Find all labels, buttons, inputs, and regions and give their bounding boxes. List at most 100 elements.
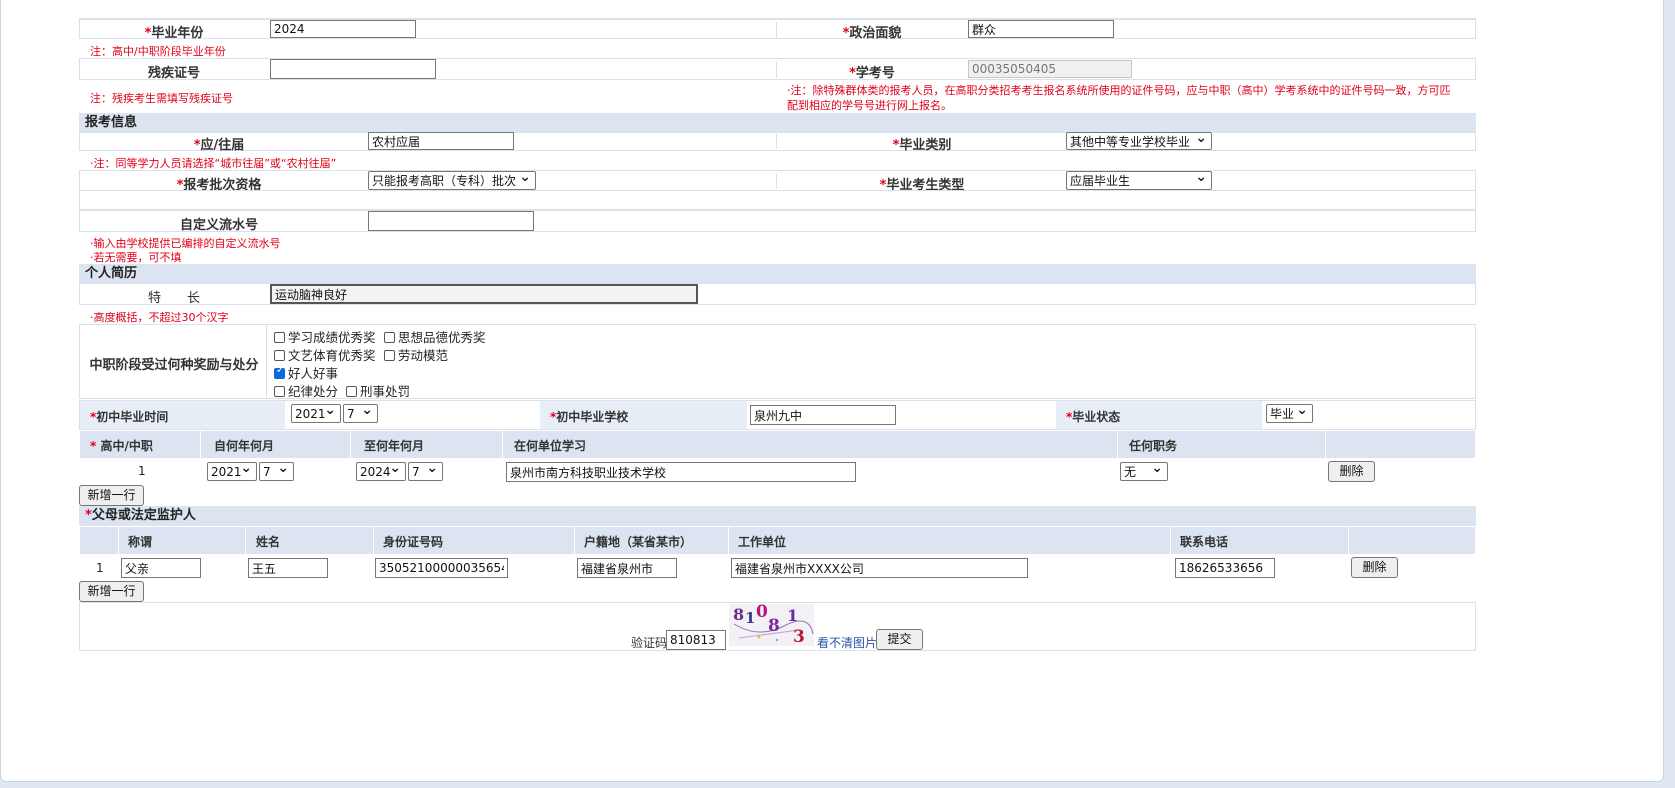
- senior-delete-button[interactable]: 删除: [1328, 461, 1375, 482]
- fresh-label: *应/往届: [193, 138, 245, 153]
- captcha-noise: 8 1 0 8 1 3: [733, 604, 814, 646]
- exam-section-title: 报考信息: [79, 113, 1476, 133]
- divider: [1117, 431, 1118, 458]
- speciality-note: ·高度概括，不超过30个汉字: [90, 311, 229, 324]
- guardian-id-input[interactable]: [375, 558, 508, 578]
- disability-input[interactable]: [270, 59, 436, 79]
- svg-text:0: 0: [756, 604, 768, 622]
- checkbox[interactable]: [346, 386, 357, 397]
- disability-label: 残疾证号: [147, 66, 200, 81]
- checkbox[interactable]: [384, 350, 395, 361]
- student-no-note-1: ·注：除特殊群体类的报考人员，在高职分类招考考生报名系统所使用的证件号码，应与中…: [787, 84, 1451, 97]
- registration-form: *毕业年份 *政治面貌 注：高中/中职阶段毕业年份 残疾证号 *学考号 注：残疾…: [79, 0, 1581, 700]
- student-no-note-2: 配到相应的学号号进行网上报名。: [787, 99, 952, 112]
- fresh-input[interactable]: [368, 132, 514, 150]
- award-option[interactable]: 文艺体育优秀奖: [274, 345, 376, 364]
- fresh-note: ·注：同等学力人员请选择“城市往届”或“农村往届”: [90, 157, 337, 170]
- guardian-delete-button[interactable]: 删除: [1351, 557, 1398, 578]
- award-option[interactable]: 学习成绩优秀奖: [274, 327, 376, 346]
- junior-status-select[interactable]: 毕业: [1266, 404, 1313, 423]
- resume-section-title: 个人简历: [79, 264, 1476, 284]
- student-no-label: *学考号: [776, 62, 967, 81]
- senior-header-level: * 高中/中职: [90, 439, 153, 453]
- junior-year-select[interactable]: 2021: [291, 404, 341, 423]
- checkbox-checked[interactable]: [274, 365, 285, 379]
- senior-header-position: 任何职务: [1129, 439, 1178, 453]
- guardian-phone-input[interactable]: [1175, 558, 1275, 578]
- guardian-work-input[interactable]: [731, 558, 1028, 578]
- checkbox[interactable]: [274, 350, 285, 361]
- candidate-type-select[interactable]: 应届毕业生: [1066, 171, 1212, 190]
- guardian-header-phone: 联系电话: [1180, 535, 1229, 549]
- guardian-add-row-button[interactable]: 新增一行: [79, 581, 144, 602]
- serial-note-2: ·若无需要，可不填: [90, 251, 182, 264]
- guardian-hometown-input[interactable]: [577, 558, 677, 578]
- guardian-name-input[interactable]: [248, 558, 328, 578]
- guardian-header-work: 工作单位: [738, 535, 787, 549]
- candidate-type-label: *毕业考生类型: [776, 174, 1067, 193]
- senior-table-header: [80, 431, 1475, 458]
- junior-month-select[interactable]: 7: [343, 404, 378, 423]
- captcha-refresh-link[interactable]: 看不清图片: [817, 634, 877, 651]
- checkbox[interactable]: [274, 386, 285, 397]
- award-option[interactable]: 思想品德优秀奖: [384, 327, 486, 346]
- political-input[interactable]: [968, 20, 1114, 38]
- divider: [373, 527, 374, 554]
- divider: [200, 431, 201, 458]
- grad-type-label: *毕业类别: [776, 134, 1067, 153]
- senior-add-row-button[interactable]: 新增一行: [79, 485, 144, 506]
- svg-text:3: 3: [793, 627, 805, 646]
- senior-to-year-select[interactable]: 2024: [356, 462, 406, 481]
- captcha-image[interactable]: 8 1 0 8 1 3: [729, 604, 814, 646]
- award-option[interactable]: 劳动模范: [384, 345, 448, 364]
- disability-note: 注：残疾考生需填写残疾证号: [90, 92, 233, 105]
- divider: [1348, 527, 1349, 554]
- junior-time-label: *初中毕业时间: [90, 410, 169, 424]
- speciality-input[interactable]: [270, 284, 698, 304]
- student-no-input[interactable]: [968, 60, 1132, 78]
- divider: [350, 431, 351, 458]
- divider: [728, 527, 729, 554]
- guardian-header-hometown: 户籍地（某省某市）: [584, 535, 693, 549]
- serial-input[interactable]: [368, 211, 534, 231]
- senior-position-select[interactable]: 无: [1120, 462, 1168, 481]
- grad-type-select[interactable]: 其他中等专业学校毕业: [1066, 132, 1212, 150]
- captcha-label: 验证码: [631, 636, 668, 650]
- award-option[interactable]: 刑事处罚: [346, 381, 410, 400]
- award-option[interactable]: 好人好事: [274, 363, 338, 382]
- guardian-section-title: *父母或法定监护人: [79, 506, 1476, 526]
- guardian-row-index: 1: [96, 561, 104, 575]
- divider: [1170, 527, 1171, 554]
- divider: [502, 431, 503, 458]
- senior-to-month-select[interactable]: 7: [408, 462, 443, 481]
- senior-unit-input[interactable]: [506, 462, 856, 482]
- batch-select[interactable]: 只能报考高职（专科）批次: [368, 171, 536, 190]
- senior-header-from: 自何年何月: [214, 439, 275, 453]
- guardian-relation-input[interactable]: [121, 558, 201, 578]
- svg-text:8: 8: [768, 616, 780, 636]
- divider: [118, 527, 119, 554]
- captcha-input[interactable]: [666, 630, 726, 650]
- senior-from-year-select[interactable]: 2021: [207, 462, 257, 481]
- junior-school-input[interactable]: [750, 405, 896, 425]
- divider: [574, 527, 575, 554]
- svg-text:8: 8: [733, 605, 744, 624]
- junior-status-label: *毕业状态: [1066, 410, 1121, 424]
- checkbox[interactable]: [274, 332, 285, 343]
- senior-from-month-select[interactable]: 7: [259, 462, 294, 481]
- row-spacer: [79, 190, 1476, 210]
- svg-text:1: 1: [787, 606, 798, 625]
- svg-text:1: 1: [745, 609, 755, 627]
- submit-button[interactable]: 提交: [876, 629, 923, 650]
- junior-school-label: *初中毕业学校: [550, 410, 629, 424]
- political-label: *政治面貌: [776, 22, 967, 41]
- divider: [1325, 431, 1326, 458]
- checkbox[interactable]: [384, 332, 395, 343]
- grad-year-input[interactable]: [270, 20, 416, 38]
- grad-year-label: *毕业年份: [144, 26, 204, 41]
- serial-label: 自定义流水号: [179, 218, 258, 233]
- senior-row-index: 1: [138, 464, 146, 478]
- senior-header-to: 至何年何月: [364, 439, 425, 453]
- award-option[interactable]: 纪律处分: [274, 381, 338, 400]
- senior-header-unit: 在何单位学习: [514, 439, 587, 453]
